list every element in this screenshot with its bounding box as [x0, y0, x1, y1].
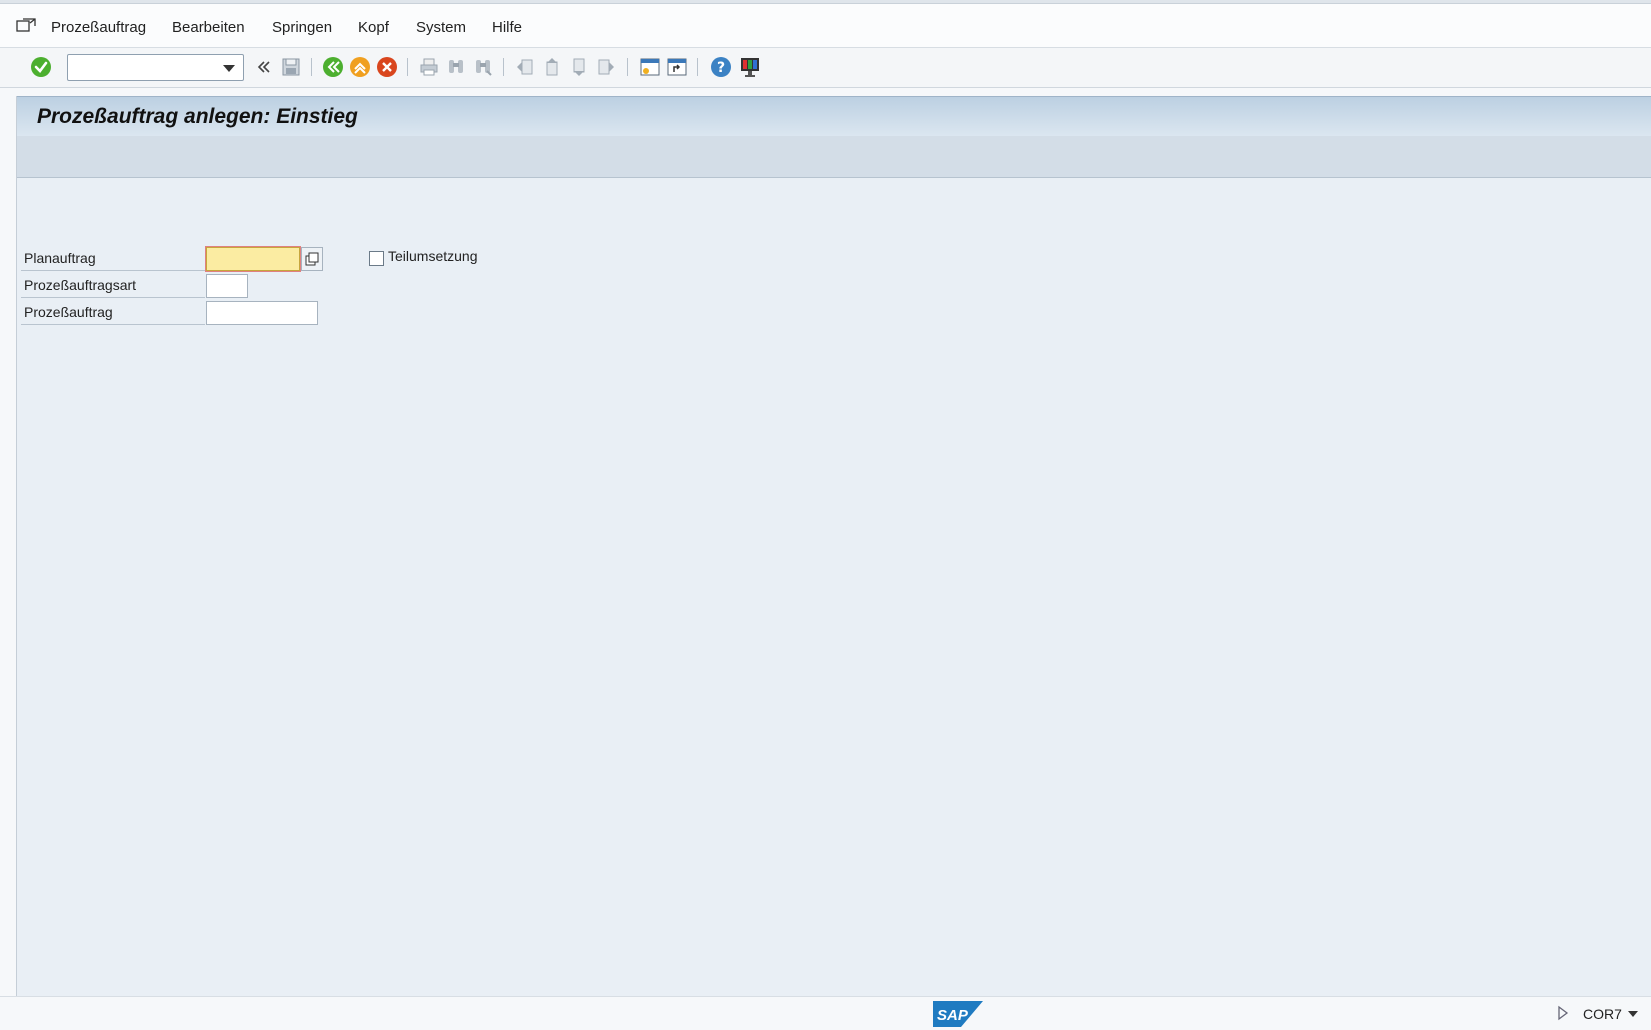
shortcut-icon[interactable]: [665, 55, 689, 79]
next-page-icon[interactable]: [567, 55, 591, 79]
auftragsart-row: Prozeßauftragsart: [21, 272, 321, 298]
prozessauftrag-input[interactable]: [206, 301, 318, 325]
chevron-down-icon[interactable]: [223, 65, 235, 72]
planauftrag-row: Planauftrag Teilumsetzung: [21, 245, 521, 271]
prozessauftrag-label: Prozeßauftrag: [21, 299, 205, 325]
save-icon[interactable]: [279, 55, 303, 79]
status-bar: SAP COR7: [0, 996, 1651, 1029]
command-input[interactable]: [68, 55, 216, 80]
exit-icon[interactable]: [348, 55, 372, 79]
cancel-icon[interactable]: [375, 55, 399, 79]
main-content-area: Prozeßauftrag anlegen: Einstieg Planauft…: [16, 96, 1651, 996]
teilumsetzung-checkbox[interactable]: [369, 251, 384, 266]
collapse-icon[interactable]: [252, 55, 276, 79]
sap-logo: SAP: [933, 1001, 983, 1030]
value-help-icon[interactable]: [301, 247, 323, 271]
system-name[interactable]: COR7: [1583, 1006, 1622, 1022]
screen-title-bar: Prozeßauftrag anlegen: Einstieg: [17, 96, 1651, 136]
command-field[interactable]: [67, 54, 244, 81]
help-icon[interactable]: ?: [709, 55, 733, 79]
new-session-icon[interactable]: [638, 55, 662, 79]
menu-item-kopf[interactable]: Kopf: [358, 19, 389, 36]
status-expand-icon[interactable]: [1557, 1005, 1569, 1024]
menu-expand-icon[interactable]: [16, 17, 36, 38]
enter-icon[interactable]: [29, 55, 53, 79]
toolbar-separator: [503, 58, 504, 76]
menu-item-hilfe[interactable]: Hilfe: [492, 19, 522, 36]
last-page-icon[interactable]: [594, 55, 618, 79]
find-next-icon[interactable]: [471, 55, 495, 79]
previous-page-icon[interactable]: [540, 55, 564, 79]
menu-item-springen[interactable]: Springen: [272, 19, 332, 36]
standard-toolbar: ?: [0, 48, 1651, 88]
toolbar-separator: [627, 58, 628, 76]
customize-layout-icon[interactable]: [738, 55, 762, 79]
print-icon[interactable]: [417, 55, 441, 79]
menu-item-system[interactable]: System: [416, 19, 466, 36]
page-title: Prozeßauftrag anlegen: Einstieg: [37, 105, 358, 128]
toolbar-separator: [311, 58, 312, 76]
application-toolbar: [17, 136, 1651, 178]
sap-logo-text: SAP: [937, 1007, 969, 1024]
chevron-down-icon[interactable]: [1628, 1011, 1638, 1017]
menu-item-bearbeiten[interactable]: Bearbeiten: [172, 19, 245, 36]
find-icon[interactable]: [444, 55, 468, 79]
back-icon[interactable]: [321, 55, 345, 79]
first-page-icon[interactable]: [513, 55, 537, 79]
toolbar-separator: [697, 58, 698, 76]
menu-bar: Prozeßauftrag Bearbeiten Springen Kopf S…: [0, 4, 1651, 48]
toolbar-separator: [407, 58, 408, 76]
menu-item-prozessauftrag[interactable]: Prozeßauftrag: [51, 19, 146, 36]
auftragsart-input[interactable]: [206, 274, 248, 298]
planauftrag-input[interactable]: [206, 247, 300, 271]
svg-text:?: ?: [717, 60, 725, 76]
auftragsart-label: Prozeßauftragsart: [21, 272, 205, 298]
teilumsetzung-label: Teilumsetzung: [388, 248, 478, 264]
prozessauftrag-row: Prozeßauftrag: [21, 299, 321, 325]
planauftrag-label: Planauftrag: [21, 245, 205, 271]
